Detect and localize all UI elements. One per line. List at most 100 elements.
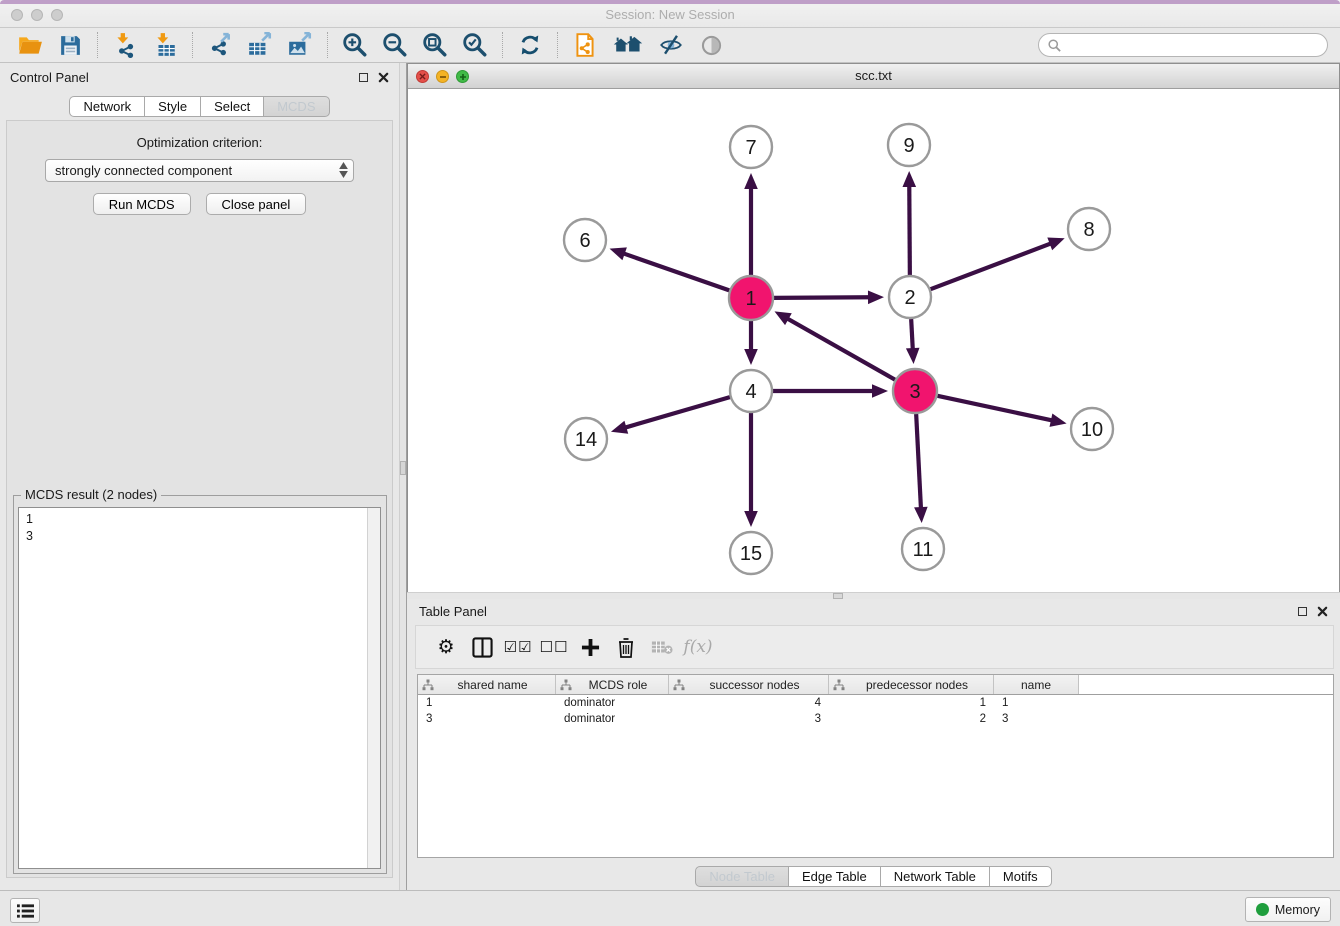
graph-node-1[interactable]: 1 (729, 276, 773, 320)
splitter-grip[interactable] (400, 461, 406, 475)
table-tabs: Node TableEdge TableNetwork TableMotifs (407, 866, 1340, 887)
open-session-icon[interactable] (16, 31, 44, 59)
float-panel-icon[interactable] (1298, 607, 1307, 616)
eye-slash-icon[interactable] (657, 31, 685, 59)
graph-edge-1-4[interactable] (744, 321, 758, 365)
vertical-splitter[interactable] (399, 63, 407, 890)
search-icon (1047, 38, 1062, 53)
column-header-predecessor-nodes[interactable]: predecessor nodes (829, 675, 994, 694)
tab-network[interactable]: Network (69, 96, 145, 117)
mcds-result-item: 3 (26, 528, 373, 545)
task-list-icon (17, 904, 34, 918)
unselect-all-columns-icon[interactable]: ☐☐ (536, 632, 572, 662)
zoom-in-icon[interactable] (341, 31, 369, 59)
toolbar-separator (502, 32, 503, 58)
graph-edge-2-3[interactable] (906, 319, 920, 364)
eye-icon[interactable] (697, 31, 725, 59)
graph-edge-4-14[interactable] (611, 397, 730, 434)
create-column-icon[interactable] (572, 632, 608, 662)
graph-edge-3-10[interactable] (937, 396, 1066, 427)
header-filler (1079, 675, 1333, 694)
network-window-titlebar[interactable]: scc.txt (408, 64, 1339, 89)
column-header-name[interactable]: name (994, 675, 1079, 694)
tab-network-table[interactable]: Network Table (880, 866, 990, 887)
graph-node-6[interactable]: 6 (564, 219, 606, 261)
column-type-icon (673, 679, 685, 691)
graph-edge-4-15[interactable] (744, 413, 758, 527)
control-panel: Control Panel NetworkStyleSelectMCDS Opt… (0, 63, 399, 890)
tab-edge-table[interactable]: Edge Table (788, 866, 881, 887)
run-mcds-button[interactable]: Run MCDS (93, 193, 191, 215)
graph-edge-4-3[interactable] (773, 384, 888, 398)
table-cell: dominator (556, 695, 669, 711)
search-input[interactable] (1038, 33, 1328, 57)
graph-edge-2-8[interactable] (931, 238, 1065, 290)
network-canvas[interactable]: 7 9 6 8 1 2 4 3 14 10 15 11 (408, 89, 1339, 592)
graph-node-15[interactable]: 15 (730, 532, 772, 574)
tab-motifs[interactable]: Motifs (989, 866, 1052, 887)
memory-label: Memory (1275, 903, 1320, 917)
import-table-icon[interactable] (151, 31, 179, 59)
refresh-icon[interactable] (516, 31, 544, 59)
tab-style[interactable]: Style (144, 96, 201, 117)
homes-icon[interactable] (611, 31, 645, 59)
graph-node-10[interactable]: 10 (1071, 408, 1113, 450)
network-window-title: scc.txt (408, 68, 1339, 83)
optimization-criterion-label: Optimization criterion: (7, 135, 392, 150)
zoom-out-icon[interactable] (381, 31, 409, 59)
function-builder-icon: f(x) (680, 632, 716, 662)
close-panel-icon[interactable] (378, 72, 389, 83)
table-cell: dominator (556, 711, 669, 727)
graph-edge-3-11[interactable] (914, 414, 928, 523)
result-scrollbar[interactable] (367, 508, 380, 868)
export-table-icon[interactable] (246, 31, 274, 59)
graph-node-label: 8 (1083, 219, 1094, 241)
column-header-MCDS-role[interactable]: MCDS role (556, 675, 669, 694)
zoom-fit-icon[interactable] (421, 31, 449, 59)
graph-edge-2-9[interactable] (902, 171, 916, 275)
tab-mcds[interactable]: MCDS (263, 96, 329, 117)
export-network-icon[interactable] (206, 31, 234, 59)
close-panel-button[interactable]: Close panel (206, 193, 307, 215)
close-panel-icon[interactable] (1317, 606, 1328, 617)
zoom-selected-icon[interactable] (461, 31, 489, 59)
criterion-select[interactable]: strongly connected component (45, 159, 354, 182)
column-header-successor-nodes[interactable]: successor nodes (669, 675, 829, 694)
table-cell: 3 (994, 711, 1079, 727)
graph-node-7[interactable]: 7 (730, 126, 772, 168)
table-row[interactable]: 1dominator411 (418, 695, 1333, 711)
tab-select[interactable]: Select (200, 96, 264, 117)
table-cell: 4 (669, 695, 829, 711)
graph-edge-1-6[interactable] (610, 247, 730, 290)
select-all-columns-icon[interactable]: ☑☑ (500, 632, 536, 662)
show-columns-icon[interactable] (464, 632, 500, 662)
graph-node-8[interactable]: 8 (1068, 208, 1110, 250)
tab-node-table[interactable]: Node Table (695, 866, 789, 887)
delete-column-icon[interactable] (608, 632, 644, 662)
graph-node-2[interactable]: 2 (889, 276, 931, 318)
graph-node-9[interactable]: 9 (888, 124, 930, 166)
graph-node-4[interactable]: 4 (730, 370, 772, 412)
graph-edge-3-1[interactable] (774, 311, 895, 379)
import-network-icon[interactable] (111, 31, 139, 59)
search-field[interactable] (1062, 35, 1327, 55)
save-session-icon[interactable] (56, 31, 84, 59)
table-settings-gear-icon[interactable]: ⚙ (428, 632, 464, 662)
graph-node-3[interactable]: 3 (893, 369, 937, 413)
table-cell: 3 (418, 711, 556, 727)
graph-node-11[interactable]: 11 (902, 528, 944, 570)
network-graph: 7 9 6 8 1 2 4 3 14 10 15 11 (408, 89, 1339, 592)
export-image-icon[interactable] (286, 31, 314, 59)
table-row[interactable]: 3dominator323 (418, 711, 1333, 727)
task-history-button[interactable] (10, 898, 40, 923)
graph-edge-1-2[interactable] (774, 290, 884, 304)
column-header-shared-name[interactable]: shared name (418, 675, 556, 694)
graph-node-label: 1 (745, 288, 756, 310)
document-network-icon[interactable] (571, 31, 599, 59)
float-panel-icon[interactable] (359, 73, 368, 82)
memory-button[interactable]: Memory (1245, 897, 1331, 922)
graph-node-14[interactable]: 14 (565, 418, 607, 460)
control-panel-title: Control Panel (10, 70, 89, 85)
horizontal-splitter[interactable] (407, 592, 1340, 599)
graph-edge-1-7[interactable] (744, 173, 758, 275)
